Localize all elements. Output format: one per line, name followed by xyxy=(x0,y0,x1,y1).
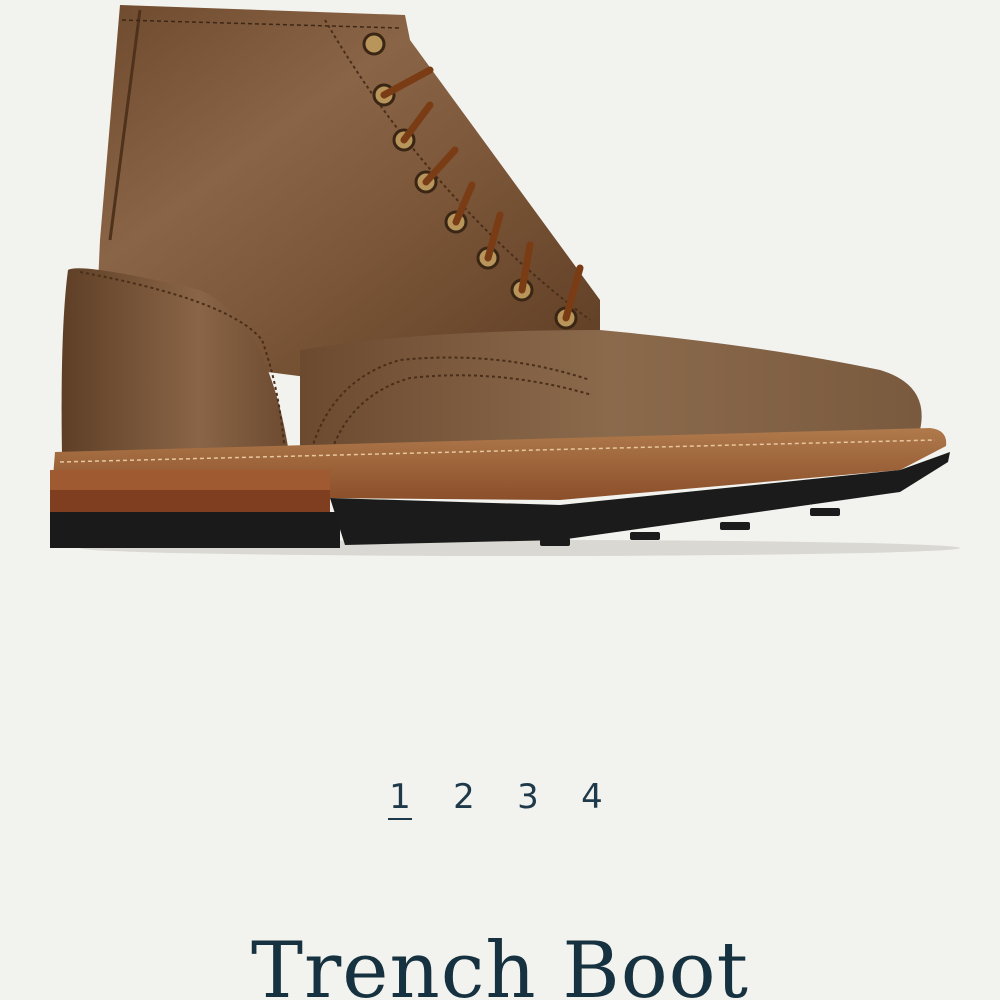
pagination-item-4[interactable]: 4 xyxy=(560,770,624,824)
pagination-item-1[interactable]: 1 xyxy=(368,770,432,824)
product-page: 1 2 3 4 Trench Boot xyxy=(0,0,1000,1000)
product-image[interactable] xyxy=(0,0,1000,600)
pagination-item-2[interactable]: 2 xyxy=(432,770,496,824)
pagination-list: 1 2 3 4 xyxy=(368,770,624,824)
pagination-item-3[interactable]: 3 xyxy=(496,770,560,824)
product-title: Trench Boot xyxy=(250,926,749,1000)
gallery-pagination: 1 2 3 4 xyxy=(0,770,1000,830)
boot-heel-stack xyxy=(50,470,330,492)
